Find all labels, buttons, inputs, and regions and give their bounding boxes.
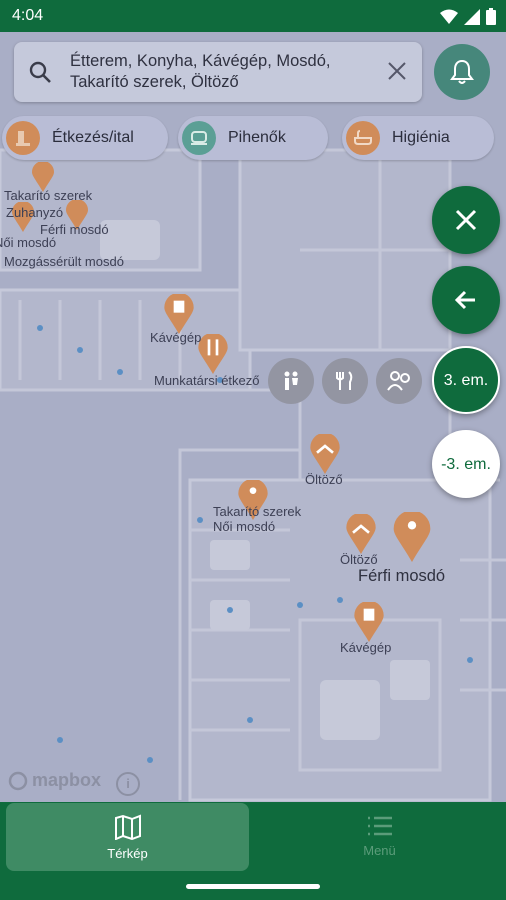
fork-knife-icon xyxy=(6,121,40,155)
pin-oltozo2-icon[interactable] xyxy=(346,514,376,554)
chip-label: Étkezés/ital xyxy=(52,129,134,146)
floor-other-button[interactable]: -3. em. xyxy=(432,430,500,498)
restroom-cluster-button[interactable] xyxy=(268,358,314,404)
chip-rest-areas[interactable]: Pihenők xyxy=(178,116,328,160)
search-query[interactable]: Étterem, Konyha, Kávégép, Mosdó, Takarít… xyxy=(70,51,380,93)
map-label-munkatarsi: Munkatársi étkező xyxy=(154,373,260,388)
menu-list-icon xyxy=(367,816,392,835)
search-icon xyxy=(29,61,51,83)
chip-label: Higiénia xyxy=(392,129,450,146)
info-icon[interactable]: i xyxy=(116,772,140,796)
map-label-noi-mosdo2: Női mosdó xyxy=(213,519,276,534)
map-label-zuhanyzo: Zuhanyzó xyxy=(6,205,64,220)
pin-etkezo-icon[interactable] xyxy=(198,334,228,374)
restaurant-cluster-button[interactable] xyxy=(322,358,368,404)
nav-map[interactable]: Térkép xyxy=(6,803,249,871)
wifi-icon xyxy=(440,9,458,24)
status-icons xyxy=(440,8,496,25)
mapbox-logo: mapbox xyxy=(8,770,101,791)
map-label-ferfi-mosdo2: Férfi mosdó xyxy=(358,567,446,585)
status-bar: 4:04 xyxy=(0,0,506,32)
map-label-kavegep: Kávégép xyxy=(150,330,202,345)
map-label-kavegep2: Kávégép xyxy=(340,640,392,655)
nav-menu[interactable]: Menü xyxy=(258,802,501,870)
map-label-takarito: Takarító szerek xyxy=(4,188,93,203)
close-filter-button[interactable] xyxy=(432,186,500,254)
map-label-oltozo2: Öltöző xyxy=(340,552,378,567)
map-label-mozgasserult: Mozgássérült mosdó xyxy=(4,254,124,269)
search-bar[interactable]: Étterem, Konyha, Kávégép, Mosdó, Takarít… xyxy=(14,42,422,102)
armchair-icon xyxy=(182,121,216,155)
floor-current-button[interactable]: 3. em. xyxy=(432,346,500,414)
people-time-cluster-button[interactable] xyxy=(376,358,422,404)
chip-food-drink[interactable]: Étkezés/ital xyxy=(2,116,168,160)
bell-icon xyxy=(450,59,474,84)
close-icon xyxy=(455,209,477,231)
person-clock-icon xyxy=(387,371,410,391)
chip-label: Pihenők xyxy=(228,129,286,146)
map-icon xyxy=(114,814,141,840)
restroom-icon xyxy=(284,371,298,390)
pin-ferfi-mosdo2-icon[interactable] xyxy=(392,512,432,562)
close-icon[interactable] xyxy=(386,60,408,82)
fork-knife-icon xyxy=(336,371,353,390)
pin-kavegep-icon[interactable] xyxy=(164,294,194,334)
pin-kavegep2-icon[interactable] xyxy=(354,602,384,642)
mapbox-mark-icon xyxy=(8,771,28,790)
map-label-oltozo: Öltöző xyxy=(305,472,343,487)
map-label-takarito2: Takarító szerek xyxy=(213,504,302,519)
map-label-noi-mosdo: Női mosdó xyxy=(0,235,57,250)
pin-oltozo1-icon[interactable] xyxy=(310,434,340,474)
floor-other-label: -3. em. xyxy=(441,455,491,473)
bathtub-icon xyxy=(346,121,380,155)
signal-icon xyxy=(464,8,480,25)
arrow-left-icon xyxy=(454,290,475,310)
floor-current-label: 3. em. xyxy=(443,371,489,389)
back-button[interactable] xyxy=(432,266,500,334)
status-time: 4:04 xyxy=(12,7,44,24)
notification-button[interactable] xyxy=(434,44,490,100)
battery-icon xyxy=(486,8,496,25)
home-indicator xyxy=(186,884,320,889)
nav-map-label: Térkép xyxy=(107,845,148,861)
chip-hygiene[interactable]: Higiénia xyxy=(342,116,494,160)
nav-menu-label: Menü xyxy=(363,842,396,858)
mapbox-wordmark: mapbox xyxy=(32,770,102,790)
